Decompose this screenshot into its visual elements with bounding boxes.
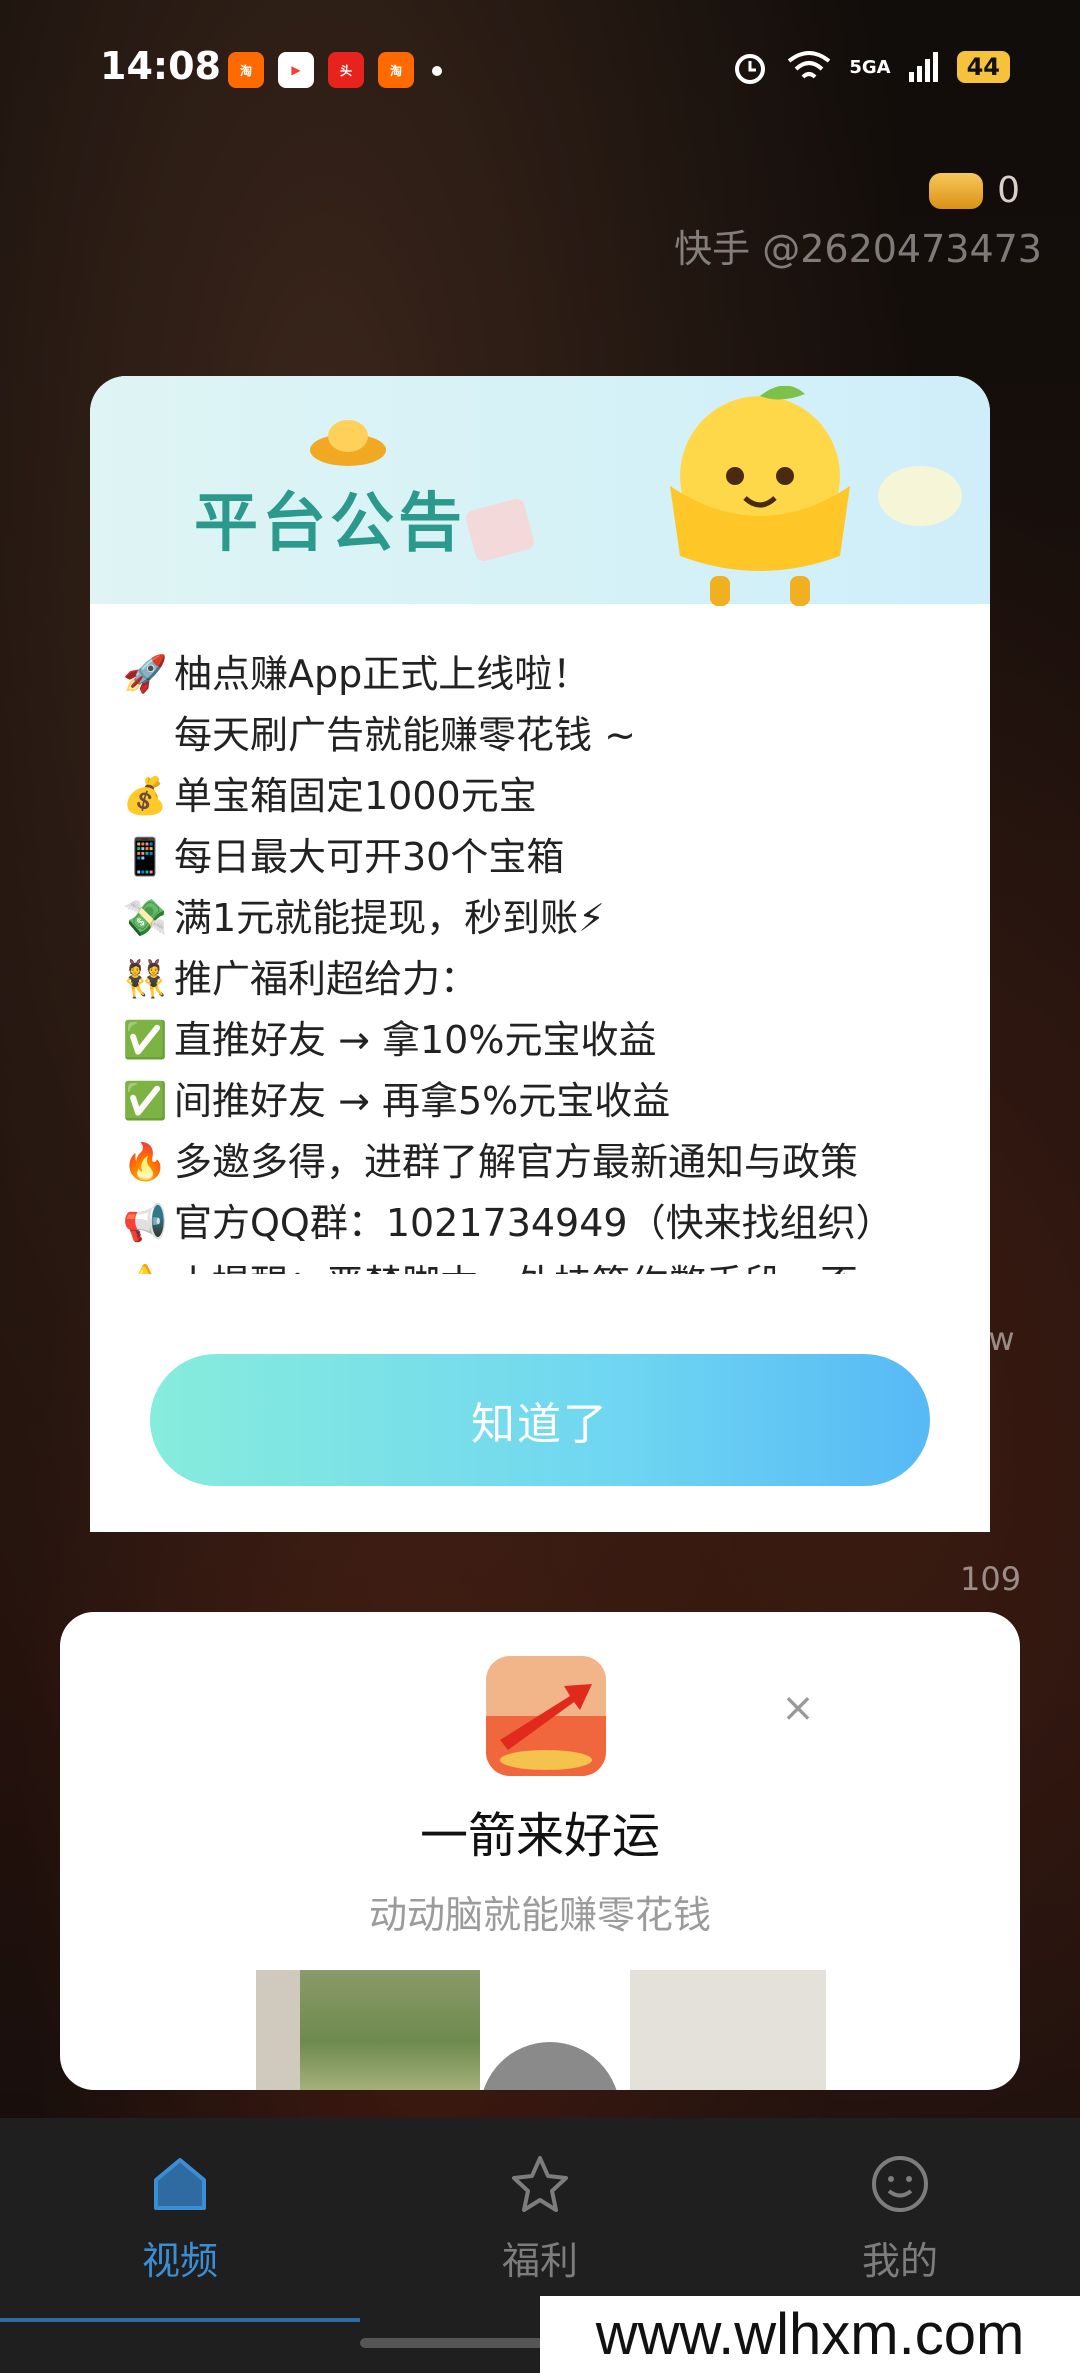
video-app-icon: ▶ bbox=[278, 52, 314, 88]
wifi-icon bbox=[788, 51, 831, 79]
game-screenshot bbox=[300, 1970, 480, 2090]
status-indicators: 5GA 44 bbox=[731, 48, 1010, 86]
mascot-pomelo-icon bbox=[670, 386, 962, 606]
phone-icon: 📱 bbox=[122, 837, 168, 878]
warning-icon: ⚠️ bbox=[120, 1254, 170, 1274]
megaphone-icon: 📢 bbox=[122, 1203, 168, 1244]
nav-item-mine[interactable]: 我的 bbox=[800, 2152, 1000, 2285]
announcement-line: 👯 推广福利超给力： bbox=[120, 949, 970, 1010]
side-count-2: 109 bbox=[960, 1560, 1022, 1598]
alarm-icon bbox=[735, 54, 766, 84]
announcement-line: ⚠️小提醒：严禁脚本、外挂等作弊手段，否 bbox=[120, 1254, 970, 1274]
announcement-header: 平台公告 bbox=[90, 376, 990, 606]
coin-count-value: 0 bbox=[997, 170, 1020, 211]
announcement-title: 平台公告 bbox=[194, 487, 466, 561]
gold-ingot-icon bbox=[929, 172, 984, 209]
taobao-flash-icon: 淘 bbox=[378, 52, 414, 88]
check-icon: ✅ bbox=[122, 1020, 168, 1061]
money-bag-icon: 💰 bbox=[122, 776, 168, 817]
gold-ingot-icon bbox=[310, 420, 386, 466]
floating-button[interactable] bbox=[480, 2042, 620, 2090]
announcement-line: ✅ 间推好友 → 再拿5%元宝收益 bbox=[120, 1071, 970, 1132]
battery-level: 44 bbox=[956, 51, 1010, 83]
ad-title: 一箭来好运 bbox=[419, 1808, 660, 1864]
ad-preview-image[interactable] bbox=[256, 1970, 480, 2090]
close-icon[interactable]: × bbox=[778, 1688, 818, 1728]
nav-label: 我的 bbox=[861, 2239, 938, 2283]
announcement-line: ✅ 直推好友 → 拿10%元宝收益 bbox=[120, 1010, 970, 1071]
ad-preview-image[interactable] bbox=[630, 1970, 826, 2090]
taobao-flash-icon: 淘 bbox=[228, 52, 264, 88]
nav-item-video[interactable]: 视频 bbox=[80, 2152, 280, 2285]
watermark: www.wlhxm.com bbox=[540, 2296, 1080, 2373]
status-time: 14:08 bbox=[100, 44, 221, 88]
status-bar: 14:08 淘 ▶ 头 淘 5GA 44 bbox=[0, 0, 1080, 140]
ad-subtitle: 动动脑就能赚零花钱 bbox=[368, 1893, 711, 1937]
nav-label: 视频 bbox=[141, 2239, 218, 2283]
announcement-content[interactable]: 🚀 柚点赚App正式上线啦！ 每天刷广告就能赚零花钱 ~ 💰 单宝箱固定1000元宝… bbox=[120, 644, 970, 1274]
nav-item-welfare[interactable]: 福利 bbox=[440, 2152, 640, 2285]
nav-label: 福利 bbox=[501, 2239, 578, 2283]
announcement-line: 每天刷广告就能赚零花钱 ~ bbox=[174, 713, 636, 757]
announcement-line: 📱 每日最大可开30个宝箱 bbox=[120, 827, 970, 888]
network-type: 5GA bbox=[849, 56, 891, 78]
toutiao-icon: 头 bbox=[328, 52, 364, 88]
announcement-dialog: 平台公告 🚀 柚点赚App正式上线啦！ 每天刷广告就能赚零花钱 ~ 💰 单宝箱固定1… bbox=[90, 376, 990, 1532]
announcement-line: 🚀 柚点赚App正式上线啦！ bbox=[120, 644, 970, 705]
acknowledge-button[interactable]: 知道了 bbox=[150, 1354, 930, 1486]
status-app-icons: 淘 ▶ 头 淘 bbox=[228, 52, 414, 88]
ad-sheet: × 一箭来好运 动动脑就能赚零花钱 bbox=[60, 1612, 1020, 2090]
dancers-icon: 👯 bbox=[122, 959, 168, 1000]
active-tab-indicator bbox=[0, 2318, 360, 2322]
announcement-line: 💰 单宝箱固定1000元宝 bbox=[120, 766, 970, 827]
fire-icon: 🔥 bbox=[122, 1142, 168, 1183]
announcement-line: 🔥 多邀多得，进群了解官方最新通知与政策 bbox=[120, 1132, 970, 1193]
smiley-icon bbox=[872, 2156, 928, 2212]
kuaishou-id: 快手 @2620473473 bbox=[674, 227, 1042, 271]
rocket-icon: 🚀 bbox=[122, 654, 168, 695]
app-icon[interactable] bbox=[486, 1656, 606, 1776]
star-icon bbox=[512, 2156, 568, 2212]
flying-money-icon: 💸 bbox=[122, 898, 168, 939]
announcement-line: 💸 满1元就能提现，秒到账⚡ bbox=[120, 888, 970, 949]
video-home-icon bbox=[154, 2158, 206, 2210]
signal-icon bbox=[908, 52, 938, 82]
notification-dot-icon bbox=[432, 66, 442, 76]
announcement-line: 📢 官方QQ群：1021734949（快来找组织） bbox=[120, 1193, 970, 1254]
coin-counter[interactable]: 0 bbox=[929, 170, 1020, 211]
red-packet-icon bbox=[466, 498, 534, 562]
check-icon: ✅ bbox=[122, 1081, 168, 1122]
